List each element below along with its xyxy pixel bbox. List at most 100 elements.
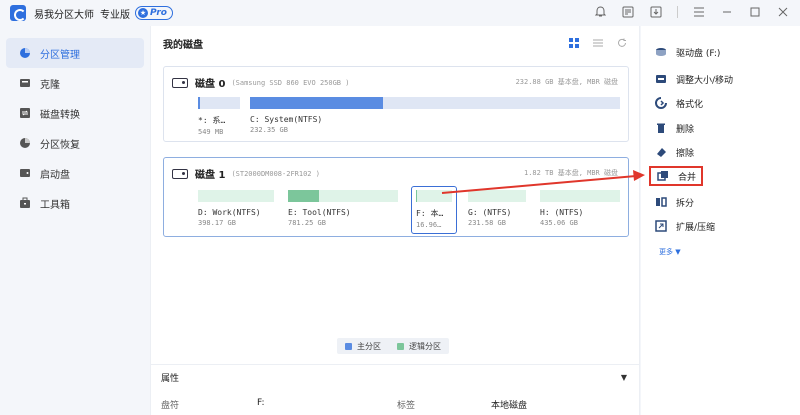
- partition-name: H: (NTFS): [540, 208, 584, 217]
- disk-model: (Samsung SSD 860 EVO 250GB ): [231, 78, 350, 87]
- hard-disk-icon: [172, 168, 188, 179]
- partition-usage-bar: [288, 190, 398, 202]
- partition-g[interactable]: G: (NTFS) 231.58 GB: [468, 190, 526, 227]
- partition-system-reserved[interactable]: *: 系… 549 MB: [198, 97, 240, 136]
- partition-size: 549 MB: [198, 128, 224, 136]
- partition-name: C: System(NTFS): [250, 115, 323, 124]
- merge-icon: [657, 170, 669, 182]
- sidebar-item-label: 工具箱: [40, 199, 70, 211]
- partition-recovery-icon: [18, 137, 31, 150]
- properties-title: 属性: [161, 374, 180, 384]
- partition-f[interactable]: F: 本… 16.96…: [411, 186, 457, 234]
- hard-disk-icon: [172, 77, 188, 88]
- maximize-icon[interactable]: [748, 5, 762, 19]
- action-label: 调整大小/移动: [676, 75, 734, 86]
- pro-badge-label: Pro: [150, 8, 167, 18]
- legend-logical: 逻辑分区: [397, 341, 441, 352]
- star-icon: ★: [138, 8, 148, 18]
- minimize-icon[interactable]: [720, 5, 734, 19]
- extend-icon: [655, 220, 667, 232]
- more-dropdown[interactable]: 更多 ▼: [659, 247, 681, 257]
- resize-icon: [655, 73, 667, 85]
- toolbox-icon: [18, 197, 31, 210]
- close-icon[interactable]: [776, 5, 790, 19]
- list-view-icon[interactable]: [593, 38, 603, 51]
- disk-info: 1.82 TB 基本盘, MBR 磁盘: [523, 169, 618, 177]
- partition-size: 398.17 GB: [198, 219, 236, 227]
- clone-icon: [18, 77, 31, 90]
- sidebar-item-partition-manager[interactable]: 分区管理: [6, 38, 144, 68]
- sidebar-item-label: 启动盘: [40, 169, 70, 181]
- partition-usage-bar: [540, 190, 620, 202]
- caret-down-icon[interactable]: ▼: [621, 373, 627, 382]
- properties-header[interactable]: 属性 ▼: [151, 364, 639, 390]
- partition-usage-bar: [250, 97, 620, 109]
- menu-icon[interactable]: [692, 5, 706, 19]
- titlebar-divider: [677, 6, 678, 18]
- split-button[interactable]: 拆分: [649, 192, 789, 212]
- feedback-icon[interactable]: [621, 5, 635, 19]
- drive-icon: [655, 46, 667, 58]
- partition-size: 781.25 GB: [288, 219, 326, 227]
- sidebar-item-clone[interactable]: 克隆: [6, 68, 144, 98]
- eraser-icon: [655, 146, 667, 158]
- sidebar-item-label: 克隆: [40, 79, 60, 91]
- partition-c[interactable]: C: System(NTFS) 232.35 GB: [250, 97, 620, 134]
- drive-letter-value: F:: [257, 398, 265, 408]
- format-icon: [655, 97, 667, 109]
- disk-name: 磁盘 0: [195, 79, 226, 90]
- download-icon[interactable]: [649, 5, 663, 19]
- resize-move-button[interactable]: 调整大小/移动: [649, 69, 789, 89]
- sidebar-item-partition-recovery[interactable]: 分区恢复: [6, 128, 144, 158]
- partition-size: 435.06 GB: [540, 219, 578, 227]
- disk-model: (ST2000DM008-2FR102 ): [231, 169, 320, 178]
- trash-icon: [655, 122, 667, 134]
- app-logo-icon: [10, 5, 26, 21]
- volume-label-label: 标签: [397, 401, 416, 411]
- sidebar-item-disk-convert[interactable]: 磁盘转换: [6, 98, 144, 128]
- delete-button[interactable]: 删除: [649, 118, 789, 138]
- partition-name: D: Work(NTFS): [198, 208, 261, 217]
- disk-1-card[interactable]: 磁盘 1 (ST2000DM008-2FR102 ) 1.82 TB 基本盘, …: [163, 157, 629, 237]
- action-label: 擦除: [676, 148, 695, 159]
- merge-button[interactable]: 合并: [649, 166, 703, 186]
- notification-bell-icon[interactable]: [593, 5, 607, 19]
- legend-primary: 主分区: [345, 341, 381, 352]
- primary-swatch: [345, 342, 352, 350]
- partition-size: 232.35 GB: [250, 126, 288, 134]
- partition-name: G: (NTFS): [468, 208, 512, 217]
- partition-name: F: 本…: [416, 209, 444, 218]
- sidebar-item-boot-disk[interactable]: 启动盘: [6, 158, 144, 188]
- app-edition: 专业版: [100, 9, 130, 21]
- refresh-icon[interactable]: [617, 38, 627, 51]
- action-panel: 驱动盘 (F:) 调整大小/移动 格式化 删除 擦除 合并 拆分 扩展/压缩 更…: [641, 26, 800, 415]
- partition-h[interactable]: H: (NTFS) 435.06 GB: [540, 190, 620, 227]
- action-label: 格式化: [676, 99, 704, 110]
- partition-e[interactable]: E: Tool(NTFS) 781.25 GB: [288, 190, 398, 227]
- disk-0-card[interactable]: 磁盘 0 (Samsung SSD 860 EVO 250GB ) 232.88…: [163, 66, 629, 142]
- disk-name: 磁盘 1: [195, 170, 226, 181]
- boot-disk-icon: [18, 167, 31, 180]
- format-button[interactable]: 格式化: [649, 93, 789, 113]
- disk-info: 232.88 GB 基本盘, MBR 磁盘: [515, 78, 618, 86]
- extend-shrink-button[interactable]: 扩展/压缩: [649, 216, 789, 236]
- wipe-button[interactable]: 擦除: [649, 142, 789, 162]
- drive-letter-label: 盘符: [161, 401, 180, 411]
- drive-title-label: 驱动盘 (F:): [676, 48, 721, 59]
- drive-title: 驱动盘 (F:): [649, 42, 789, 62]
- logical-swatch: [397, 342, 404, 350]
- pro-badge[interactable]: ★ Pro: [135, 6, 173, 20]
- legend-primary-label: 主分区: [357, 341, 381, 351]
- partition-size: 16.96…: [416, 221, 442, 229]
- action-label: 扩展/压缩: [676, 222, 716, 233]
- partition-d[interactable]: D: Work(NTFS) 398.17 GB: [198, 190, 274, 227]
- sidebar-item-label: 分区管理: [40, 49, 80, 61]
- main-panel: 我的磁盘 磁盘 0 (Samsung SSD 860 EVO 250GB ) 2…: [150, 26, 640, 415]
- partition-usage-bar: [198, 97, 240, 109]
- action-label: 拆分: [676, 198, 695, 209]
- app-title: 易我分区大师: [34, 9, 94, 21]
- grid-view-icon[interactable]: [569, 38, 579, 51]
- partition-usage-bar: [198, 190, 274, 202]
- sidebar-item-toolbox[interactable]: 工具箱: [6, 188, 144, 218]
- action-label: 合并: [678, 172, 697, 183]
